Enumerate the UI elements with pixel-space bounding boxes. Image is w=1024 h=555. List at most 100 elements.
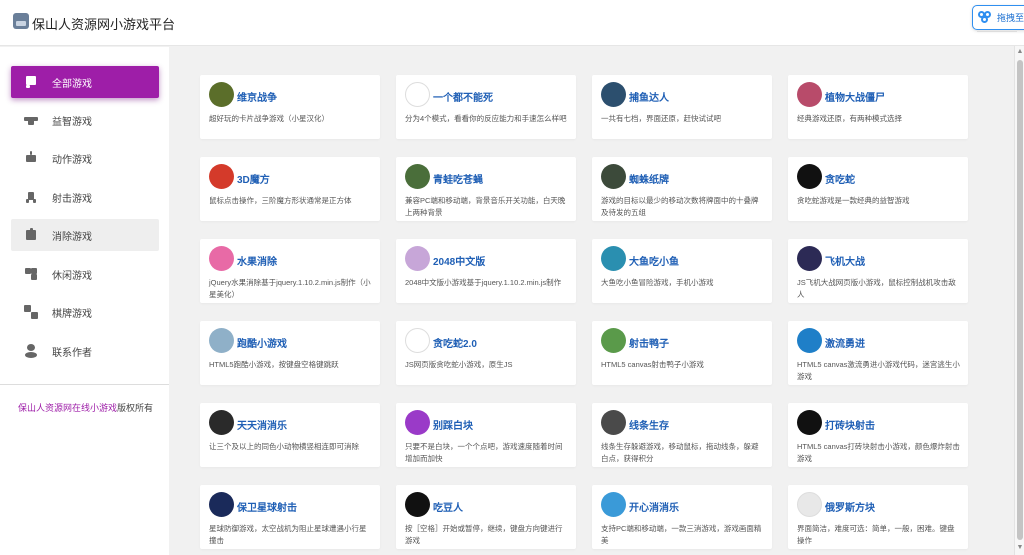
game-thumbnail[interactable] [601, 492, 626, 517]
game-thumbnail[interactable] [209, 410, 234, 435]
game-thumbnail[interactable] [209, 82, 234, 107]
game-title[interactable]: 俄罗斯方块 [825, 499, 875, 514]
sidebar-item-0[interactable]: 全部游戏 [11, 66, 159, 98]
game-thumbnail[interactable] [209, 246, 234, 271]
game-title[interactable]: 贪吃蛇2.0 [433, 335, 477, 350]
game-card[interactable]: 别踩白块 只要不是白块，一个个点吧，游戏速度随着时间增加而加快 [396, 403, 576, 467]
sidebar-item-2[interactable]: 动作游戏 [11, 142, 159, 174]
game-thumbnail[interactable] [797, 492, 822, 517]
game-card[interactable]: 开心消消乐 支持PC端和移动端，一款三消游戏，游戏画面精美 [592, 485, 772, 549]
scrollbar-thumb[interactable] [1017, 60, 1023, 540]
game-thumbnail[interactable] [405, 246, 430, 271]
game-thumbnail[interactable] [601, 82, 626, 107]
game-title[interactable]: 飞机大战 [825, 253, 865, 268]
scroll-up-icon[interactable]: ▲ [1016, 48, 1024, 56]
game-thumbnail[interactable] [797, 246, 822, 271]
sidebar-item-7[interactable]: 联系作者 [11, 335, 159, 367]
game-card[interactable]: 线条生存 线条生存躲避游戏，移动鼠标，拖动线条，躲避白点，获得积分 [592, 403, 772, 467]
scroll-down-icon[interactable]: ▼ [1016, 544, 1024, 552]
game-thumbnail[interactable] [405, 164, 430, 189]
game-title[interactable]: 吃豆人 [433, 499, 463, 514]
game-card[interactable]: 大鱼吃小鱼大鱼吃小鱼冒险游戏，手机小游戏 [592, 239, 772, 303]
game-title[interactable]: 贪吃蛇 [825, 171, 855, 186]
game-card[interactable]: 3D魔方 鼠标点击操作，三阶魔方形状通常是正方体 [200, 157, 380, 221]
game-card[interactable]: 打砖块射击 HTML5 canvas打砖块射击小游戏，颜色爆炸射击游戏 [788, 403, 968, 467]
game-card[interactable]: 青蛙吃苍蝇 兼容PC端和移动端，背景音乐开关功能，白天晚上两种背景 [396, 157, 576, 221]
game-card[interactable]: 俄罗斯方块 界面简洁，难度可选：简单，一般，困难。键盘操作 [788, 485, 968, 549]
top-drag-button[interactable]: 拖拽至 [972, 5, 1024, 30]
game-title[interactable]: 跑酷小游戏 [237, 335, 287, 350]
game-title[interactable]: 捕鱼达人 [629, 89, 669, 104]
game-card[interactable]: 射击鸭子 HTML5 canvas射击鸭子小游戏 [592, 321, 772, 385]
game-title[interactable]: 植物大战僵尸 [825, 89, 885, 104]
game-thumbnail[interactable] [405, 410, 430, 435]
game-title[interactable]: 开心消消乐 [629, 499, 679, 514]
game-card[interactable]: 跑酷小游戏 HTML5跑酷小游戏，按键盘空格键跳跃 [200, 321, 380, 385]
game-thumbnail[interactable] [405, 328, 430, 353]
game-description: jQuery水果消除基于jquery.1.10.2.min.js制作（小星美化） [209, 278, 371, 299]
game-title[interactable]: 蜘蛛纸牌 [629, 171, 669, 186]
copyright-text: 保山人资源网在线小游戏版权所有 [18, 401, 153, 414]
game-thumbnail[interactable] [797, 328, 822, 353]
sidebar-item-3[interactable]: 射击游戏 [11, 181, 159, 213]
game-card[interactable]: 保卫星球射击 星球防御游戏，太空战机为阻止星球遭遇小行星撞击 [200, 485, 380, 549]
game-card[interactable]: 植物大战僵尸 经典游戏还原，有两种模式选择 [788, 75, 968, 139]
game-card[interactable]: 一个都不能死 分为4个模式，看看你的反应能力和手速怎么样吧 [396, 75, 576, 139]
game-description: 超好玩的卡片战争游戏（小星汉化） [209, 114, 329, 123]
game-title[interactable]: 别踩白块 [433, 417, 473, 432]
chessboard-icon [24, 305, 38, 319]
game-thumbnail[interactable] [601, 328, 626, 353]
game-title[interactable]: 3D魔方 [237, 171, 270, 186]
game-card[interactable]: 贪吃蛇2.0 JS网页版贪吃蛇小游戏，原生JS [396, 321, 576, 385]
game-card[interactable]: 捕鱼达人一共有七档，界面还原，赶快试试吧 [592, 75, 772, 139]
site-logo-icon[interactable] [13, 13, 29, 29]
sidebar-item-6[interactable]: 棋牌游戏 [11, 296, 159, 328]
sidebar-divider [0, 384, 169, 385]
game-title[interactable]: 激流勇进 [825, 335, 865, 350]
game-thumbnail[interactable] [601, 246, 626, 271]
game-description: 大鱼吃小鱼冒险游戏，手机小游戏 [601, 278, 714, 287]
game-card[interactable]: 维京战争超好玩的卡片战争游戏（小星汉化） [200, 75, 380, 139]
game-title[interactable]: 青蛙吃苍蝇 [433, 171, 483, 186]
page-scrollbar[interactable]: ▲ ▼ [1014, 46, 1024, 555]
game-title[interactable]: 一个都不能死 [433, 89, 493, 104]
game-thumbnail[interactable] [405, 82, 430, 107]
game-card[interactable]: 蜘蛛纸牌游戏的目标以最少的移动次数将牌面中的十叠牌及待发的五组 [592, 157, 772, 221]
game-thumbnail[interactable] [209, 164, 234, 189]
copyright-link[interactable]: 保山人资源网在线小游戏 [18, 403, 117, 413]
game-card[interactable]: 水果消除 jQuery水果消除基于jquery.1.10.2.min.js制作（小… [200, 239, 380, 303]
site-title[interactable]: 保山人资源网小游戏平台 [32, 14, 175, 33]
game-thumbnail[interactable] [797, 410, 822, 435]
sidebar-item-4[interactable]: 消除游戏 [11, 219, 159, 251]
game-description: 游戏的目标以最少的移动次数将牌面中的十叠牌及待发的五组 [601, 196, 759, 217]
baidu-paw-icon [978, 11, 993, 24]
game-card[interactable]: 激流勇进 HTML5 canvas激流勇进小游戏代码，迷宫逃生小游戏 [788, 321, 968, 385]
sidebar-item-label: 棋牌游戏 [52, 308, 92, 320]
game-title[interactable]: 保卫星球射击 [237, 499, 297, 514]
game-card[interactable]: 贪吃蛇 贪吃蛇游戏是一款经典的益智游戏 [788, 157, 968, 221]
game-card[interactable]: 2048中文版 2048中文版小游戏基于jquery.1.10.2.min.js制… [396, 239, 576, 303]
sidebar-item-5[interactable]: 休闲游戏 [11, 258, 159, 290]
game-thumbnail[interactable] [209, 328, 234, 353]
game-title[interactable]: 维京战争 [237, 89, 277, 104]
sidebar-item-label: 动作游戏 [52, 154, 92, 166]
game-thumbnail[interactable] [797, 82, 822, 107]
game-thumbnail[interactable] [601, 410, 626, 435]
game-description: 一共有七档，界面还原，赶快试试吧 [601, 114, 721, 123]
game-thumbnail[interactable] [797, 164, 822, 189]
game-card[interactable]: 天天消消乐 让三个及以上的同色小动物横竖相连即可消除 [200, 403, 380, 467]
sidebar-item-1[interactable]: 益智游戏 [11, 104, 159, 136]
game-title[interactable]: 线条生存 [629, 417, 669, 432]
game-title[interactable]: 大鱼吃小鱼 [629, 253, 679, 268]
game-description: HTML5 canvas射击鸭子小游戏 [601, 360, 704, 369]
game-title[interactable]: 射击鸭子 [629, 335, 669, 350]
game-card[interactable]: 飞机大战 JS飞机大战网页版小游戏，鼠标控制战机攻击敌人 [788, 239, 968, 303]
game-title[interactable]: 天天消消乐 [237, 417, 287, 432]
game-thumbnail[interactable] [209, 492, 234, 517]
game-card[interactable]: 吃豆人 按［空格］开始或暂停，继续，键盘方向键进行游戏 [396, 485, 576, 549]
game-title[interactable]: 水果消除 [237, 253, 277, 268]
game-title[interactable]: 2048中文版 [433, 253, 485, 268]
game-thumbnail[interactable] [601, 164, 626, 189]
game-thumbnail[interactable] [405, 492, 430, 517]
game-title[interactable]: 打砖块射击 [825, 417, 875, 432]
